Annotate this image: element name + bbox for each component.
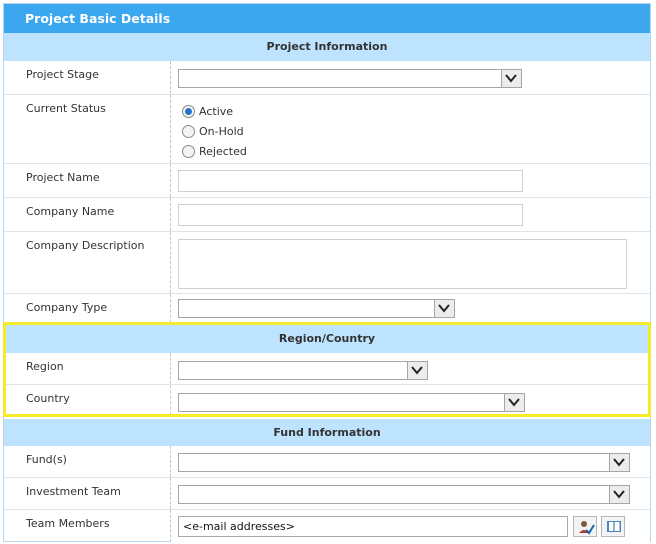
project-name-label: Project Name xyxy=(4,164,171,197)
row-company-name: Company Name xyxy=(4,198,650,232)
funds-label: Fund(s) xyxy=(4,446,171,477)
chevron-down-icon[interactable] xyxy=(609,486,629,503)
section-region-country: Region/Country xyxy=(4,325,650,353)
row-project-name: Project Name xyxy=(4,164,650,198)
company-type-select[interactable] xyxy=(178,299,455,318)
country-label: Country xyxy=(4,385,171,415)
team-members-input[interactable]: <e-mail addresses> xyxy=(178,516,568,537)
row-company-type: Company Type xyxy=(4,294,650,324)
current-status-label: Current Status xyxy=(4,95,171,163)
section-fund-information: Fund Information xyxy=(4,419,650,446)
status-radio-active[interactable]: Active xyxy=(182,103,233,121)
chevron-down-icon[interactable] xyxy=(501,70,521,87)
team-members-label: Team Members xyxy=(4,510,171,542)
radio-button[interactable] xyxy=(182,124,195,138)
region-label: Region xyxy=(4,353,171,384)
radio-button[interactable] xyxy=(182,104,195,118)
project-name-input[interactable] xyxy=(178,170,523,192)
row-team-members: Team Members <e-mail addresses> xyxy=(4,510,650,542)
status-radio-on-hold[interactable]: On-Hold xyxy=(182,123,244,141)
chevron-down-icon[interactable] xyxy=(504,394,524,411)
chevron-down-icon[interactable] xyxy=(407,362,427,379)
row-investment-team: Investment Team xyxy=(4,478,650,510)
region-select[interactable] xyxy=(178,361,428,380)
investment-team-label: Investment Team xyxy=(4,478,171,509)
row-country: Country xyxy=(4,385,650,416)
project-basic-details-form: Project Basic Details Project Informatio… xyxy=(3,3,651,542)
funds-select[interactable] xyxy=(178,453,630,472)
address-book-icon[interactable] xyxy=(601,516,625,537)
project-stage-label: Project Stage xyxy=(4,61,171,94)
row-project-stage: Project Stage xyxy=(4,61,650,95)
chevron-down-icon[interactable] xyxy=(434,300,454,317)
chevron-down-icon[interactable] xyxy=(609,454,629,471)
row-region: Region xyxy=(4,353,650,385)
project-stage-select[interactable] xyxy=(178,69,522,88)
status-radio-rejected[interactable]: Rejected xyxy=(182,143,247,161)
form-header: Project Basic Details xyxy=(4,4,650,33)
row-company-description: Company Description xyxy=(4,232,650,294)
row-funds: Fund(s) xyxy=(4,446,650,478)
row-current-status: Current Status Active On-Hold Rejected xyxy=(4,95,650,164)
company-type-label: Company Type xyxy=(4,294,171,323)
check-names-icon[interactable] xyxy=(573,516,597,537)
country-select[interactable] xyxy=(178,393,525,412)
company-description-label: Company Description xyxy=(4,232,171,293)
section-project-information: Project Information xyxy=(4,33,650,61)
investment-team-select[interactable] xyxy=(178,485,630,504)
company-name-label: Company Name xyxy=(4,198,171,231)
radio-button[interactable] xyxy=(182,144,195,158)
company-description-textarea[interactable] xyxy=(178,239,627,289)
company-name-input[interactable] xyxy=(178,204,523,226)
